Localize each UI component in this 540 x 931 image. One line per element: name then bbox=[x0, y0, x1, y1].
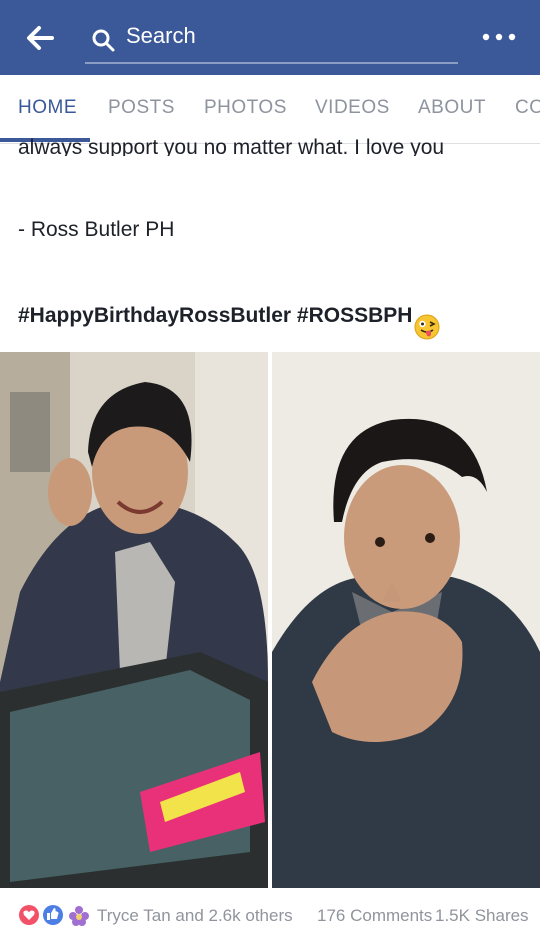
like-reaction-icon bbox=[43, 905, 63, 925]
comments-count[interactable]: 176 Comments bbox=[317, 906, 432, 926]
post-signature: - Ross Butler PH bbox=[18, 218, 175, 241]
tab-posts[interactable]: POSTS bbox=[108, 97, 175, 119]
search-icon bbox=[92, 29, 115, 52]
tab-about[interactable]: ABOUT bbox=[418, 97, 486, 119]
post-text-partial-line: always support you no matter what. I lov… bbox=[18, 136, 445, 156]
search-placeholder: Search bbox=[126, 23, 196, 48]
more-options-icon[interactable] bbox=[480, 30, 518, 42]
tab-photos[interactable]: PHOTOS bbox=[204, 97, 287, 119]
tab-community[interactable]: CO bbox=[515, 97, 540, 119]
search-field[interactable]: Search bbox=[85, 16, 458, 64]
sparkle-reaction-icon bbox=[69, 906, 89, 926]
post-photo-left[interactable] bbox=[0, 352, 268, 888]
top-bar: Search bbox=[0, 0, 540, 75]
shares-count[interactable]: 1.5K Shares bbox=[435, 906, 529, 926]
tab-videos[interactable]: VIDEOS bbox=[315, 97, 390, 119]
post-hashtags[interactable]: #HappyBirthdayRossButler #ROSSBPH bbox=[18, 304, 412, 328]
love-reaction-icon bbox=[19, 905, 39, 925]
reactions-icons[interactable] bbox=[18, 904, 94, 926]
post-photo-right[interactable] bbox=[272, 352, 540, 888]
reactions-count[interactable]: Tryce Tan and 2.6k others bbox=[97, 906, 293, 926]
post-footer: Tryce Tan and 2.6k others 176 Comments 1… bbox=[0, 896, 540, 926]
grinning-tongue-emoji bbox=[414, 314, 440, 340]
tab-home[interactable]: HOME bbox=[18, 97, 77, 119]
back-arrow-icon[interactable] bbox=[22, 22, 58, 54]
